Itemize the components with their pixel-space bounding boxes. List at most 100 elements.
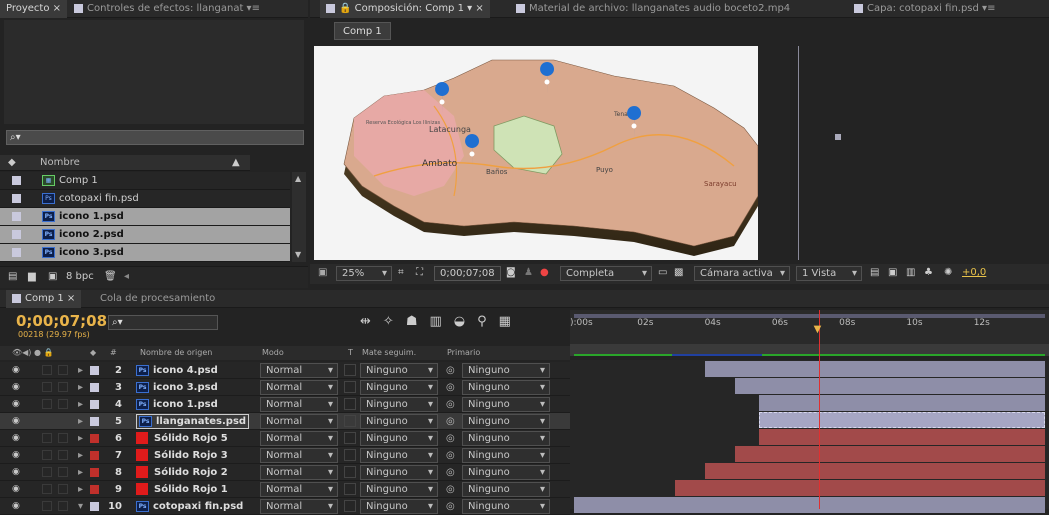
parent-dropdown[interactable]: Ninguno — [462, 414, 550, 429]
layer-duration-bar[interactable] — [735, 378, 1045, 394]
label-color-swatch[interactable] — [12, 212, 21, 221]
timeline-icon[interactable]: ▥ — [906, 264, 915, 282]
mode-dropdown[interactable]: Normal — [260, 431, 338, 446]
mode-dropdown[interactable]: Normal — [260, 397, 338, 412]
pick-whip-icon[interactable]: ◎ — [446, 464, 455, 481]
track-matte-box[interactable] — [344, 364, 356, 376]
track-matte-dropdown[interactable]: Ninguno — [360, 499, 438, 514]
label-color-swatch[interactable] — [90, 468, 99, 477]
twirl-closed-icon[interactable]: ▸ — [78, 481, 83, 498]
twirl-closed-icon[interactable]: ▸ — [78, 396, 83, 413]
track-matte-dropdown[interactable]: Ninguno — [360, 431, 438, 446]
pick-whip-icon[interactable]: ◎ — [446, 481, 455, 498]
source-name-header[interactable]: Nombre de origen — [140, 346, 212, 360]
current-timecode[interactable]: 0;00;07;08 — [16, 312, 107, 330]
roi-icon[interactable]: ▭ — [658, 264, 667, 282]
track-matte-box[interactable] — [344, 381, 356, 393]
channel-icon[interactable]: ● — [540, 264, 549, 282]
time-ruler[interactable]: ):00s 02s 04s 06s 08s 10s 12s — [570, 310, 1049, 344]
layer-row[interactable]: ◉ ▸ 6 Sólido Rojo 5 Normal Ninguno ◎ Ninguno — [0, 430, 570, 447]
pick-whip-icon[interactable]: ◎ — [446, 430, 455, 447]
project-column-header[interactable]: ◆ Nombre ▲ — [0, 155, 250, 171]
solo-switch[interactable] — [42, 484, 52, 494]
scroll-left-icon[interactable]: ◂ — [124, 267, 129, 287]
resolution-dropdown[interactable]: Completa — [560, 266, 652, 281]
parent-dropdown[interactable]: Ninguno — [462, 431, 550, 446]
track-matte-box[interactable] — [344, 466, 356, 478]
transparency-grid-icon[interactable]: ▩ — [674, 264, 683, 282]
tab-effect-controls[interactable]: Controles de efectos: llanganat ▾≡ — [68, 0, 266, 18]
pick-whip-icon[interactable]: ◎ — [446, 413, 455, 430]
layer-duration-bar[interactable] — [759, 395, 1045, 411]
solo-switch[interactable] — [42, 416, 52, 426]
layer-duration-bar[interactable] — [574, 497, 1045, 513]
pick-whip-icon[interactable]: ◎ — [446, 379, 455, 396]
project-item[interactable]: Ps icono 3.psd — [0, 244, 290, 262]
exposure-value[interactable]: +0,0 — [962, 264, 986, 282]
bpc-button[interactable]: 8 bpc — [66, 267, 94, 287]
tab-project[interactable]: Proyecto × — [0, 0, 68, 18]
parent-dropdown[interactable]: Ninguno — [462, 499, 550, 514]
parent-dropdown[interactable]: Ninguno — [462, 397, 550, 412]
layer-row[interactable]: ◉ ▸ 7 Sólido Rojo 3 Normal Ninguno ◎ Ninguno — [0, 447, 570, 464]
label-color-swatch[interactable] — [90, 366, 99, 375]
comp-viewer[interactable]: Latacunga Ambato Baños Puyo Sarayacu Ten… — [314, 46, 758, 260]
twirl-open-icon[interactable]: ▾ — [78, 498, 83, 515]
views-dropdown[interactable]: 1 Vista — [796, 266, 862, 281]
label-color-swatch[interactable] — [90, 417, 99, 426]
lock-switch[interactable] — [58, 416, 68, 426]
visibility-eye-icon[interactable]: ◉ — [12, 464, 20, 481]
label-color-swatch[interactable] — [90, 434, 99, 443]
layer-duration-bar[interactable] — [705, 361, 1045, 377]
track-matte-dropdown[interactable]: Ninguno — [360, 465, 438, 480]
layer-row[interactable]: ◉ ▸ 5 Ps llanganates.psd Normal Ninguno ◎ Ningun… — [0, 413, 570, 430]
track-matte-box[interactable] — [344, 500, 356, 512]
project-item[interactable]: ▦ Comp 1 — [0, 172, 290, 190]
visibility-eye-icon[interactable]: ◉ — [12, 481, 20, 498]
label-color-swatch[interactable] — [12, 194, 21, 203]
layer-duration-bar[interactable] — [759, 429, 1045, 445]
label-color-swatch[interactable] — [90, 502, 99, 511]
timeline-search-input[interactable]: ⌕▾ — [108, 315, 218, 330]
twirl-closed-icon[interactable]: ▸ — [78, 447, 83, 464]
label-color-swatch[interactable] — [12, 176, 21, 185]
pick-whip-icon[interactable]: ◎ — [446, 447, 455, 464]
flowchart-icon[interactable]: ♣ — [924, 264, 933, 282]
mode-dropdown[interactable]: Normal — [260, 448, 338, 463]
project-search-input[interactable]: ⌕▾ — [6, 130, 304, 145]
lock-switch[interactable] — [58, 382, 68, 392]
playhead-handle-icon[interactable]: ▼ — [814, 324, 822, 335]
layer-row[interactable]: ◉ ▾ 10 Ps cotopaxi fin.psd Normal Ninguno ◎ Ning… — [0, 498, 570, 515]
tab-layer[interactable]: Capa: cotopaxi fin.psd ▾≡ — [848, 0, 1001, 18]
tab-render-queue[interactable]: Cola de procesamiento — [94, 290, 221, 308]
track-matte-box[interactable] — [344, 398, 356, 410]
mode-dropdown[interactable]: Normal — [260, 465, 338, 480]
mode-dropdown[interactable]: Normal — [260, 414, 338, 429]
lock-switch[interactable] — [58, 501, 68, 511]
zoom-dropdown[interactable]: 25% — [336, 266, 392, 281]
lock-switch[interactable] — [58, 467, 68, 477]
visibility-eye-icon[interactable]: ◉ — [12, 413, 20, 430]
layer-row[interactable]: ◉ ▸ 3 Ps icono 3.psd Normal Ninguno ◎ Ninguno — [0, 379, 570, 396]
parent-dropdown[interactable]: Ninguno — [462, 465, 550, 480]
lock-switch[interactable] — [58, 399, 68, 409]
matte-header[interactable]: Mate seguim. — [362, 346, 416, 360]
tab-timeline-comp1[interactable]: Comp 1 × — [6, 290, 82, 308]
parent-dropdown[interactable]: Ninguno — [462, 448, 550, 463]
mode-header[interactable]: Modo — [262, 346, 284, 360]
mode-dropdown[interactable]: Normal — [260, 499, 338, 514]
visibility-eye-icon[interactable]: ◉ — [12, 498, 20, 515]
project-scrollbar[interactable]: ▲ ▼ — [292, 172, 306, 262]
layer-row[interactable]: ◉ ▸ 8 Sólido Rojo 2 Normal Ninguno ◎ Ninguno — [0, 464, 570, 481]
mode-dropdown[interactable]: Normal — [260, 380, 338, 395]
visibility-eye-icon[interactable]: ◉ — [12, 430, 20, 447]
layer-row[interactable]: ◉ ▸ 4 Ps icono 1.psd Normal Ninguno ◎ Ninguno — [0, 396, 570, 413]
timecode-display[interactable]: 0;00;07;08 — [434, 266, 501, 281]
visibility-eye-icon[interactable]: ◉ — [12, 447, 20, 464]
camera-dropdown[interactable]: Cámara activa — [694, 266, 790, 281]
layer-duration-bar[interactable] — [705, 463, 1045, 479]
layer-row[interactable]: ◉ ▸ 2 Ps icono 4.psd Normal Ninguno ◎ Ninguno — [0, 362, 570, 379]
twirl-closed-icon[interactable]: ▸ — [78, 379, 83, 396]
new-comp-icon[interactable]: ▣ — [48, 267, 57, 287]
layer-row[interactable]: ◉ ▸ 9 Sólido Rojo 1 Normal Ninguno ◎ Ninguno — [0, 481, 570, 498]
